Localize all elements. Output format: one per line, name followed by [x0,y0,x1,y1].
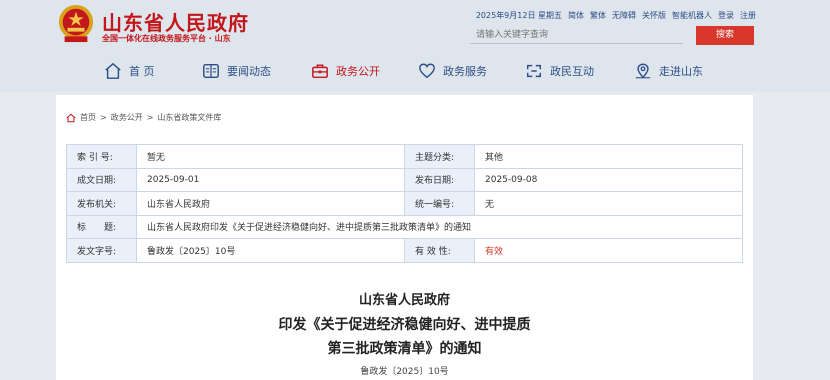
main-content: 首页 > 政务公开 > 山东省政策文件库 索 引 号: 暂无 主题分类: 其他 … [56,95,753,380]
search-button[interactable]: 搜索 [696,26,754,45]
index-value: 暂无 [136,144,405,169]
index-label: 索 引 号: [66,144,137,169]
title-line-2: 第三批政策清单》的通知 [327,341,482,357]
nav-gov-affairs-label: 政务公开 [336,65,380,78]
nav-about-shandong-label: 走进山东 [659,65,703,78]
title-label: 标 题: [66,214,137,239]
doc-number-value: 鲁政发〔2025〕10号 [136,238,405,263]
site-name: 山东省人民政府 [102,11,249,35]
nav-home[interactable]: 首 页 [104,62,155,80]
nav-interaction[interactable]: 政民互动 [525,62,594,80]
link-care-mode[interactable]: 关怀版 [642,10,666,21]
table-row: 成文日期: 2025-09-01 发布日期: 2025-09-08 [66,167,743,192]
link-register[interactable]: 注册 [740,10,756,21]
issuer-label: 发布机关: [66,191,137,216]
home-icon [66,113,76,122]
link-simplified[interactable]: 简体 [568,10,584,21]
unified-number-label: 统一编号: [404,191,475,216]
topic-label: 主题分类: [404,144,475,169]
breadcrumb-policy-library[interactable]: 山东省政策文件库 [157,112,221,123]
document-title: 山东省人民政府 印发《关于促进经济稳健向好、进中提质 第三批政策清单》的通知 鲁… [56,289,753,377]
link-robot[interactable]: 智能机器人 [672,10,712,21]
table-row: 索 引 号: 暂无 主题分类: 其他 [66,144,743,169]
published-date-value: 2025-09-08 [474,167,743,192]
site-subtitle: 全国一体化在线政务服务平台 · 山东 [102,34,231,43]
validity-value: 有效 [474,238,743,263]
nav-home-label: 首 页 [129,65,155,78]
breadcrumb: 首页 > 政务公开 > 山东省政策文件库 [66,112,221,123]
briefcase-icon [312,64,328,79]
breadcrumb-home[interactable]: 首页 [80,112,96,123]
national-emblem-icon [58,5,94,43]
breadcrumb-separator: > [100,113,107,122]
nav-gov-affairs[interactable]: 政务公开 [311,62,380,80]
title-line-1: 印发《关于促进经济稳健向好、进中提质 [278,317,531,333]
nav-interaction-label: 政民互动 [550,65,594,78]
doc-number-label: 发文字号: [66,238,137,263]
written-date-value: 2025-09-01 [136,167,405,192]
title-value: 山东省人民政府印发《关于促进经济稳健向好、进中提质第三批政策清单》的通知 [136,214,743,239]
link-accessibility[interactable]: 无障碍 [612,10,636,21]
doc-number: 鲁政发〔2025〕10号 [360,367,449,377]
news-icon [203,63,219,79]
home-icon [105,63,121,79]
nav-news-label: 要闻动态 [227,65,271,78]
issuer-heading: 山东省人民政府 [358,293,450,308]
site-header: 山东省人民政府 全国一体化在线政务服务平台 · 山东 2025年9月12日 星期… [0,0,830,92]
link-login[interactable]: 登录 [718,10,734,21]
table-row: 发文字号: 鲁政发〔2025〕10号 有 效 性: 有效 [66,238,743,263]
top-links: 2025年9月12日 星期五 简体 繁体 无障碍 关怀版 智能机器人 登录 注册 [476,10,756,21]
date-text: 2025年9月12日 星期五 [475,11,562,20]
breadcrumb-separator: > [146,113,154,122]
published-date-label: 发布日期: [404,167,475,192]
main-nav: 首 页 要闻动态 政务公开 政务服务 政民互动 走进山东 [0,52,830,92]
breadcrumb-gov-affairs[interactable]: 政务公开 [111,112,143,123]
table-row: 发布机关: 山东省人民政府 统一编号: 无 [66,191,743,216]
issuer-value: 山东省人民政府 [136,191,405,216]
nav-news[interactable]: 要闻动态 [202,62,271,80]
written-date-label: 成文日期: [66,167,137,192]
search-input[interactable] [470,27,683,44]
nav-services[interactable]: 政务服务 [418,62,487,80]
nav-about-shandong[interactable]: 走进山东 [634,62,703,80]
heart-icon [419,63,435,79]
table-row: 标 题: 山东省人民政府印发《关于促进经济稳健向好、进中提质第三批政策清单》的通… [66,214,743,239]
location-icon [635,63,651,79]
validity-label: 有 效 性: [404,238,475,263]
topic-value: 其他 [474,144,743,169]
link-traditional[interactable]: 繁体 [590,10,606,21]
interaction-icon [526,64,542,78]
unified-number-value: 无 [474,191,743,216]
document-meta-table: 索 引 号: 暂无 主题分类: 其他 成文日期: 2025-09-01 发布日期… [66,144,743,263]
nav-services-label: 政务服务 [443,65,487,78]
